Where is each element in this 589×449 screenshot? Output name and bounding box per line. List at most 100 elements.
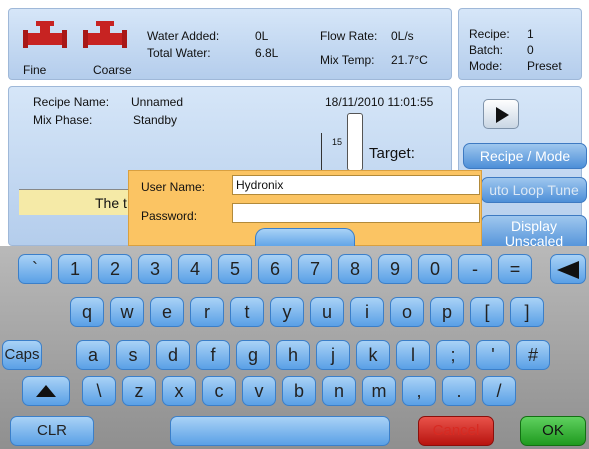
backspace-arrow-icon (557, 261, 579, 279)
5-key[interactable]: 5 (218, 254, 252, 284)
minus-key[interactable]: - (458, 254, 492, 284)
i-key[interactable]: i (350, 297, 384, 327)
y-key[interactable]: y (270, 297, 304, 327)
v-key[interactable]: v (242, 376, 276, 406)
batch-value: 0 (527, 43, 534, 57)
space-key[interactable] (170, 416, 390, 446)
a-key[interactable]: a (76, 340, 110, 370)
n-key[interactable]: n (322, 376, 356, 406)
username-input[interactable]: Hydronix (232, 175, 480, 195)
1-key[interactable]: 1 (58, 254, 92, 284)
gauge-tick-label: 15 (332, 137, 343, 147)
backspace-key[interactable] (550, 254, 586, 284)
e-key[interactable]: e (150, 297, 184, 327)
apostrophe-key[interactable]: ' (476, 340, 510, 370)
total-water-value: 6.8L (255, 46, 279, 60)
display-unscaled-line1: Display (511, 218, 557, 234)
caps-key[interactable]: Caps (2, 340, 42, 370)
batch-label: Batch: (469, 43, 504, 57)
password-label: Password: (141, 209, 198, 223)
l-key[interactable]: l (396, 340, 430, 370)
mode-value: Preset (527, 59, 562, 73)
k-key[interactable]: k (356, 340, 390, 370)
0-key[interactable]: 0 (418, 254, 452, 284)
shift-key[interactable] (22, 376, 70, 406)
water-added-value: 0L (255, 29, 269, 43)
equals-key[interactable]: = (498, 254, 532, 284)
j-key[interactable]: j (316, 340, 350, 370)
water-added-label: Water Added: (147, 29, 220, 43)
dialog-partial-button[interactable] (255, 228, 355, 248)
fine-valve-label: Fine (23, 63, 47, 77)
mix-temp-label: Mix Temp: (320, 53, 375, 67)
r-key[interactable]: r (190, 297, 224, 327)
z-key[interactable]: z (122, 376, 156, 406)
backtick-key[interactable]: ` (18, 254, 52, 284)
s-key[interactable]: s (116, 340, 150, 370)
6-key[interactable]: 6 (258, 254, 292, 284)
backslash-key[interactable]: \ (82, 376, 116, 406)
9-key[interactable]: 9 (378, 254, 412, 284)
status-panel: Fine Coarse Water Added: 0L Total Water:… (8, 8, 452, 80)
fine-valve-icon (23, 21, 67, 49)
8-key[interactable]: 8 (338, 254, 372, 284)
u-key[interactable]: u (310, 297, 344, 327)
d-key[interactable]: d (156, 340, 190, 370)
mode-label: Mode: (469, 59, 503, 73)
recipe-mode-button[interactable]: Recipe / Mode (463, 143, 587, 169)
f-key[interactable]: f (196, 340, 230, 370)
semicolon-key[interactable]: ; (436, 340, 470, 370)
message-text: The t (95, 195, 127, 211)
x-key[interactable]: x (162, 376, 196, 406)
coarse-valve-icon (83, 21, 127, 49)
flow-rate-label: Flow Rate: (320, 29, 378, 43)
on-screen-keyboard: ` 1 2 3 4 5 6 7 8 9 0- = q w e r t y u i o p[] a s d f g h j k l; ' # … (0, 246, 589, 449)
t-key[interactable]: t (230, 297, 264, 327)
recipe-name-label: Recipe Name: (33, 95, 110, 109)
flow-rate-value: 0L/s (391, 29, 414, 43)
recipe-value: 1 (527, 27, 534, 41)
datetime: 18/11/2010 11:01:55 (325, 95, 434, 109)
clear-key[interactable]: CLR (10, 416, 94, 446)
play-button[interactable] (483, 99, 519, 129)
recipe-info-panel: Recipe: 1 Batch: 0 Mode: Preset (458, 8, 582, 80)
username-label: User Name: (141, 180, 206, 194)
p-key[interactable]: p (430, 297, 464, 327)
w-key[interactable]: w (110, 297, 144, 327)
period-key[interactable]: . (442, 376, 476, 406)
gauge-scale-line (321, 133, 322, 173)
7-key[interactable]: 7 (298, 254, 332, 284)
o-key[interactable]: o (390, 297, 424, 327)
login-dialog: User Name: Hydronix Password: (128, 170, 482, 248)
left-bracket-key[interactable]: [ (470, 297, 504, 327)
total-water-label: Total Water: (147, 46, 211, 60)
m-key[interactable]: m (362, 376, 396, 406)
slash-key[interactable]: / (482, 376, 516, 406)
4-key[interactable]: 4 (178, 254, 212, 284)
q-key[interactable]: q (70, 297, 104, 327)
comma-key[interactable]: , (402, 376, 436, 406)
h-key[interactable]: h (276, 340, 310, 370)
right-bracket-key[interactable]: ] (510, 297, 544, 327)
hash-key[interactable]: # (516, 340, 550, 370)
g-key[interactable]: g (236, 340, 270, 370)
screen: Fine Coarse Water Added: 0L Total Water:… (0, 0, 589, 449)
ok-button[interactable]: OK (520, 416, 586, 446)
b-key[interactable]: b (282, 376, 316, 406)
coarse-valve-label: Coarse (93, 63, 132, 77)
play-icon (496, 107, 509, 123)
recipe-name-value: Unnamed (131, 95, 184, 109)
auto-loop-tune-button[interactable]: uto Loop Tune (481, 177, 587, 203)
shift-up-arrow-icon (36, 385, 56, 397)
mix-temp-value: 21.7°C (391, 53, 428, 67)
mix-phase-value: Standby (133, 113, 178, 127)
cancel-button[interactable]: Cancel (418, 416, 494, 446)
target-label: Target: (369, 145, 415, 162)
password-input[interactable] (232, 203, 480, 223)
mix-phase-label: Mix Phase: (33, 113, 93, 127)
2-key[interactable]: 2 (98, 254, 132, 284)
c-key[interactable]: c (202, 376, 236, 406)
3-key[interactable]: 3 (138, 254, 172, 284)
recipe-label: Recipe: (469, 27, 510, 41)
gauge-tube (347, 113, 363, 171)
